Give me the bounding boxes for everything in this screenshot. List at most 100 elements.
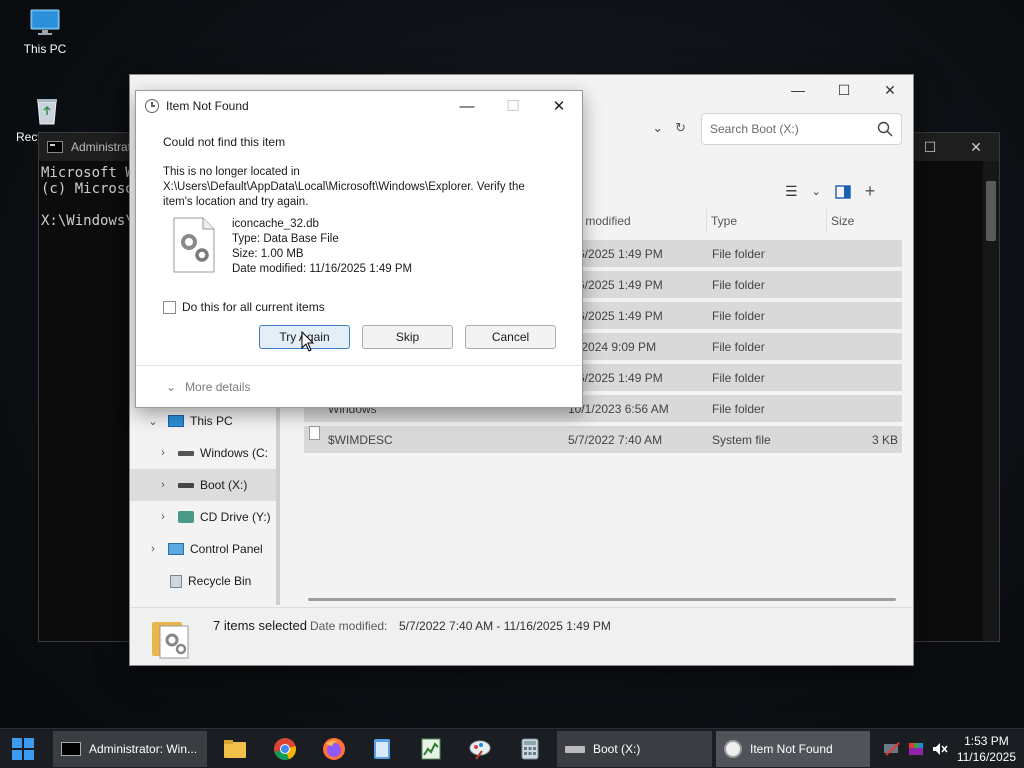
taskbar-explorer-button[interactable]: Boot (X:): [557, 731, 712, 767]
table-row[interactable]: $WIMDESC 5/7/2022 7:40 AM System file 3 …: [304, 425, 902, 453]
taskbar-button-label: Administrator: Win...: [89, 742, 198, 756]
task-manager-icon[interactable]: [419, 737, 443, 761]
notepad-icon[interactable]: [370, 737, 394, 761]
close-icon[interactable]: ✕: [953, 133, 999, 161]
file-name: $WIMDESC: [328, 432, 393, 447]
windows-logo-icon: [12, 738, 22, 748]
search-icon[interactable]: [877, 121, 893, 137]
nav-item-recycle-bin[interactable]: Recycle Bin: [130, 565, 277, 597]
desktop-icon-recycle-bin[interactable]: Recy: [0, 96, 57, 144]
nav-item-windows-c[interactable]: › Windows (C:: [130, 437, 277, 469]
nav-item-boot-x[interactable]: › Boot (X:): [130, 469, 277, 501]
dialog-window-controls: — ☐ ✕: [444, 91, 582, 121]
chevron-down-icon[interactable]: ⌄: [652, 120, 663, 136]
nav-label: Control Panel: [190, 542, 263, 556]
file-date: /16/2025 1:49 PM: [568, 246, 663, 261]
start-button[interactable]: [12, 738, 34, 760]
windows-logo-icon: [24, 738, 34, 748]
chevron-down-icon[interactable]: ⌄: [166, 380, 176, 394]
details-pane-icon[interactable]: [835, 184, 851, 199]
monitor-icon: [30, 9, 60, 35]
nav-item-this-pc[interactable]: ⌄ This PC: [130, 405, 277, 437]
file-date: /16/2025 1:49 PM: [568, 370, 663, 385]
firefox-icon[interactable]: [322, 737, 346, 761]
date-modified-label: Date modified:: [310, 619, 388, 633]
chevron-right-icon[interactable]: ›: [156, 447, 170, 459]
divider: [136, 365, 582, 366]
mouse-cursor-icon: [301, 331, 315, 352]
dialog-title: Item Not Found: [166, 99, 249, 113]
control-panel-icon: [168, 543, 184, 555]
checkbox[interactable]: [163, 300, 176, 314]
calculator-icon[interactable]: [518, 737, 542, 761]
file-info: iconcache_32.db Type: Data Base File Siz…: [232, 217, 412, 277]
cd-drive-icon: [178, 511, 194, 523]
desktop-icon-this-pc[interactable]: This PC: [10, 8, 80, 56]
add-icon[interactable]: +: [865, 181, 876, 202]
paint-icon[interactable]: [468, 737, 492, 761]
maximize-icon[interactable]: ☐: [821, 75, 867, 105]
nav-label: Recycle Bin: [188, 574, 252, 588]
minimize-icon[interactable]: —: [775, 75, 821, 105]
date-modified-range: 5/7/2022 7:40 AM - 11/16/2025 1:49 PM: [399, 619, 611, 633]
chrome-icon[interactable]: [273, 737, 297, 761]
apply-to-all-checkbox[interactable]: Do this for all current items: [163, 300, 325, 314]
cancel-button[interactable]: Cancel: [465, 325, 556, 349]
horizontal-scrollbar[interactable]: [308, 598, 896, 601]
refresh-icon[interactable]: ↻: [675, 120, 686, 136]
explorer-window-controls: — ☐ ✕: [775, 75, 913, 105]
clock-date: 11/16/2025: [956, 750, 1016, 764]
file-type: File folder: [712, 370, 765, 385]
network-disconnected-icon[interactable]: [883, 741, 901, 757]
scroll-thumb[interactable]: [986, 181, 996, 241]
pane-splitter[interactable]: [276, 405, 280, 605]
color-display-icon[interactable]: [907, 741, 925, 757]
clock-time: 1:53 PM: [964, 734, 1009, 748]
message-line: item's location and try again.: [163, 196, 309, 208]
taskbar-console-button[interactable]: Administrator: Win...: [53, 731, 207, 767]
minimize-icon[interactable]: —: [444, 91, 490, 121]
chevron-right-icon[interactable]: ›: [156, 479, 170, 491]
taskbar-clock[interactable]: 1:53 PM 11/16/2025: [957, 733, 1016, 765]
column-size[interactable]: Size: [827, 209, 906, 233]
message-line: This is no longer located in: [163, 166, 300, 178]
recycle-bin-icon: [37, 99, 57, 125]
column-type[interactable]: Type: [707, 209, 827, 233]
nav-label: CD Drive (Y:): [200, 510, 271, 524]
nav-item-cd-drive-y[interactable]: › CD Drive (Y:): [130, 501, 277, 533]
view-toolbar: ☰ ⌄ +: [785, 181, 875, 202]
file-type: File folder: [712, 277, 765, 292]
database-file-icon: [173, 217, 215, 273]
column-date-modified[interactable]: te modified: [568, 209, 707, 233]
more-details-toggle[interactable]: ⌄ More details: [166, 380, 250, 394]
view-list-icon[interactable]: ☰: [785, 183, 798, 200]
taskbar-dialog-button[interactable]: Item Not Found: [716, 731, 870, 767]
chevron-right-icon[interactable]: ›: [146, 543, 160, 555]
item-not-found-dialog[interactable]: Item Not Found — ☐ ✕ Could not find this…: [135, 90, 583, 408]
console-window-controls: ☐ ✕: [907, 133, 999, 161]
console-scrollbar[interactable]: [983, 161, 999, 641]
clock-icon: [724, 740, 742, 758]
nav-item-control-panel[interactable]: › Control Panel: [130, 533, 277, 565]
file-type: File folder: [712, 308, 765, 323]
chevron-down-icon[interactable]: ⌄: [146, 415, 160, 428]
selection-count: 7 items selected: [213, 618, 307, 633]
chevron-down-icon[interactable]: ⌄: [812, 185, 821, 198]
search-box[interactable]: [701, 113, 902, 145]
file-explorer-icon[interactable]: [223, 737, 247, 761]
system-file-icon: [309, 425, 320, 440]
taskbar: Administrator: Win... Boot (X:) Item Not…: [0, 728, 1024, 768]
close-icon[interactable]: ✕: [536, 91, 582, 121]
desktop-icon-label: This PC: [23, 42, 67, 56]
file-date: 10/1/2023 6:56 AM: [568, 401, 669, 416]
search-input[interactable]: [710, 122, 877, 136]
file-size: 3 KB: [871, 432, 898, 447]
computer-icon: [168, 415, 184, 427]
chevron-right-icon[interactable]: ›: [156, 511, 170, 523]
close-icon[interactable]: ✕: [867, 75, 913, 105]
drive-icon: [565, 745, 585, 753]
file-info-date: Date modified: 11/16/2025 1:49 PM: [232, 263, 413, 275]
file-date: /16/2025 1:49 PM: [568, 277, 663, 292]
volume-muted-icon[interactable]: [931, 741, 949, 757]
skip-button[interactable]: Skip: [362, 325, 453, 349]
